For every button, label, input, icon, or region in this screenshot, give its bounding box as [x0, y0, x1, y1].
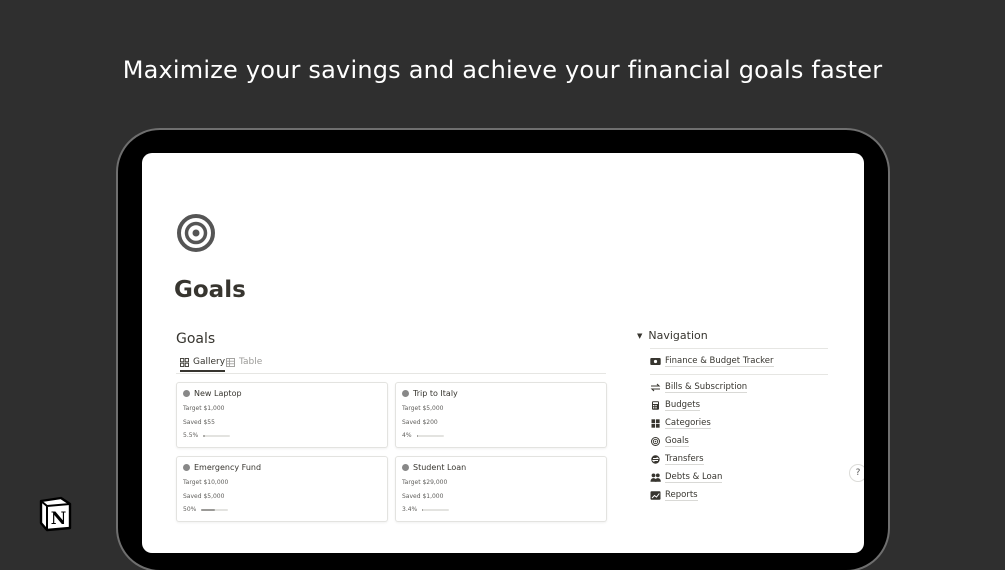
transfer-icon — [651, 455, 660, 464]
card-saved: Saved $5,000 — [183, 493, 225, 500]
card-target: Target $29,000 — [402, 479, 448, 486]
progress-fill — [203, 434, 205, 437]
gallery-card[interactable]: Emergency Fund Target $10,000 Saved $5,0… — [176, 456, 388, 522]
page-title: Goals — [174, 277, 246, 303]
card-title: Trip to Italy — [413, 389, 458, 398]
progress-bar — [201, 508, 229, 511]
svg-text:N: N — [51, 509, 67, 529]
nav-link-reports[interactable]: Reports — [650, 490, 698, 501]
card-progress: 3.4% — [402, 506, 450, 513]
divider — [650, 348, 828, 349]
progress-label: 5.5% — [183, 432, 199, 439]
grid-icon — [651, 419, 660, 428]
nav-label: Bills & Subscription — [665, 382, 748, 393]
divider — [650, 374, 828, 375]
tab-gallery[interactable]: Gallery — [180, 357, 226, 372]
progress-label: 3.4% — [402, 506, 418, 513]
nav-link-budgets[interactable]: Budgets — [650, 400, 701, 411]
progress-fill — [422, 508, 424, 511]
progress-bar — [422, 508, 450, 511]
gallery-card[interactable]: Student Loan Target $29,000 Saved $1,000… — [395, 456, 607, 522]
notion-logo: N — [39, 496, 72, 532]
headline: Maximize your savings and achieve your f… — [122, 56, 883, 84]
progress-fill — [416, 434, 418, 437]
nav-link-debts-loan[interactable]: Debts & Loan — [650, 472, 723, 483]
card-title: New Laptop — [194, 389, 242, 398]
gallery-icon — [180, 357, 189, 367]
people-icon — [650, 473, 661, 482]
card-progress: 50% — [183, 506, 229, 513]
progress-bar — [203, 434, 231, 437]
goal-icon — [402, 390, 409, 397]
tab-table[interactable]: Table — [226, 357, 262, 367]
goal-icon — [183, 464, 190, 471]
navigation-toggle[interactable]: ▼ Navigation — [637, 329, 708, 342]
goal-icon — [402, 464, 409, 471]
gallery-card[interactable]: New Laptop Target $1,000 Saved $55 5.5% — [176, 382, 388, 448]
nav-label: Finance & Budget Tracker — [665, 356, 774, 367]
card-saved: Saved $1,000 — [402, 493, 444, 500]
chart-icon — [650, 491, 661, 500]
nav-label: Transfers — [665, 454, 704, 465]
card-progress: 5.5% — [183, 432, 231, 439]
money-icon — [650, 358, 661, 365]
database-title[interactable]: Goals — [176, 331, 215, 347]
nav-label: Categories — [665, 418, 711, 429]
gallery-card[interactable]: Trip to Italy Target $5,000 Saved $200 4… — [395, 382, 607, 448]
card-target: Target $10,000 — [183, 479, 229, 486]
target-icon — [651, 437, 660, 446]
help-button[interactable]: ? — [849, 464, 864, 482]
nav-link-finance-budget-tracker[interactable]: Finance & Budget Tracker — [650, 356, 774, 367]
caret-down-icon: ▼ — [637, 331, 643, 340]
view-tabs: Gallery Table — [176, 355, 606, 374]
progress-label: 50% — [183, 506, 197, 513]
card-title: Emergency Fund — [194, 463, 262, 472]
calculator-icon — [652, 401, 659, 410]
progress-bar — [416, 434, 444, 437]
repeat-icon — [650, 383, 661, 392]
goal-icon — [183, 390, 190, 397]
table-icon — [226, 357, 235, 367]
card-progress: 4% — [402, 432, 444, 439]
card-target: Target $5,000 — [402, 405, 444, 412]
navigation-heading: Navigation — [648, 329, 708, 342]
card-target: Target $1,000 — [183, 405, 225, 412]
card-saved: Saved $200 — [402, 419, 438, 426]
target-icon — [177, 214, 215, 252]
nav-link-bills-subscription[interactable]: Bills & Subscription — [650, 382, 748, 393]
progress-label: 4% — [402, 432, 412, 439]
nav-link-goals[interactable]: Goals — [650, 436, 689, 447]
nav-link-transfers[interactable]: Transfers — [650, 454, 704, 465]
nav-label: Goals — [665, 436, 689, 447]
notion-page: Goals Goals Gallery Table New Laptop Tar… — [142, 153, 864, 553]
card-saved: Saved $55 — [183, 419, 215, 426]
nav-label: Debts & Loan — [665, 472, 723, 483]
tab-label: Gallery — [193, 357, 226, 367]
tab-label: Table — [239, 357, 263, 367]
card-title: Student Loan — [413, 463, 467, 472]
nav-label: Budgets — [665, 400, 701, 411]
progress-fill — [201, 508, 215, 511]
nav-link-categories[interactable]: Categories — [650, 418, 711, 429]
nav-label: Reports — [665, 490, 698, 501]
